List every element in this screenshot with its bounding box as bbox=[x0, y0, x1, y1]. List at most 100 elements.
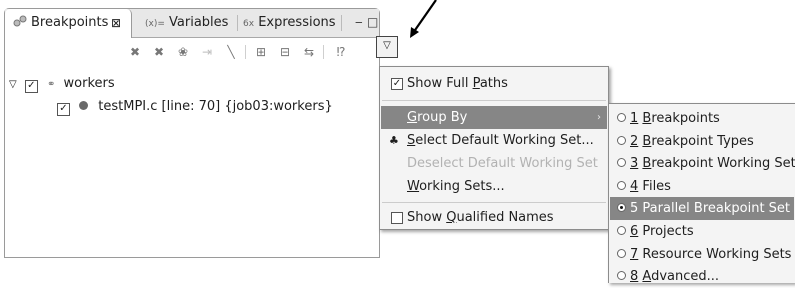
mnemonic: B bbox=[642, 133, 652, 149]
mnemonic-number: 4 bbox=[630, 178, 639, 194]
mnemonic: Q bbox=[446, 210, 457, 225]
submenu-item-text: reakpoint Working Set bbox=[651, 156, 795, 172]
menu-label: Show Full bbox=[407, 76, 473, 91]
tab-expressions[interactable]: 6x Expressions bbox=[243, 9, 343, 37]
mnemonic: G bbox=[407, 110, 418, 125]
menu-item-show-full-paths[interactable]: ✓ Show Full Paths bbox=[381, 72, 607, 95]
toolbar-separator bbox=[245, 45, 246, 59]
tree-child-label: testMPI.c [line: 70] {job03:workers} bbox=[98, 99, 333, 114]
expand-all-icon[interactable]: ⊞ bbox=[253, 44, 269, 60]
working-set-icon: ♣ bbox=[389, 134, 399, 147]
submenu-item-label: 4 Files bbox=[630, 175, 671, 198]
submenu-item-text: dvanced... bbox=[651, 269, 720, 285]
close-icon[interactable]: ⊠ bbox=[111, 9, 121, 37]
view-toolbar: ✖ ✖ ❀ ⇥ ╲ ⊞ ⊟ ⇆ ⁉ bbox=[5, 38, 379, 66]
menu-label: Deselect Default Working Set bbox=[407, 156, 598, 171]
show-supported-breakpoints-icon[interactable]: ❀ bbox=[175, 44, 191, 60]
menu-item-deselect-default-working-set: Deselect Default Working Set bbox=[381, 152, 607, 175]
submenu-item[interactable]: 3 Breakpoint Working Set bbox=[610, 152, 795, 175]
menu-label: aths bbox=[479, 76, 508, 91]
toolbar-separator bbox=[323, 45, 324, 59]
mnemonic-number: 1 bbox=[630, 111, 639, 126]
remove-breakpoint-icon[interactable]: ✖ bbox=[127, 44, 143, 60]
tab-breakpoints-label: Breakpoints bbox=[31, 15, 109, 30]
mnemonic-number: 7 bbox=[630, 246, 639, 262]
submenu-item[interactable]: 2 Breakpoint Types bbox=[610, 130, 794, 153]
group-by-submenu: 1 Breakpoints 2 Breakpoint Types 3 Breakpo… bbox=[608, 103, 795, 284]
skip-all-breakpoints-icon[interactable]: ╲ bbox=[223, 44, 239, 60]
checkbox-checked-icon[interactable]: ✓ bbox=[57, 103, 70, 116]
submenu-item[interactable]: 1 Breakpoints bbox=[610, 107, 794, 130]
tree-row-testmpi[interactable]: ✓ testMPI.c [line: 70] {job03:workers} bbox=[57, 97, 333, 117]
breakpoint-icon bbox=[79, 101, 89, 110]
submenu-item[interactable]: 4 Files bbox=[610, 175, 794, 198]
view-menu-icon: ▽ bbox=[383, 40, 391, 51]
mnemonic: A bbox=[642, 269, 652, 285]
breakpoints-view: Breakpoints ⊠ (x)= Variables 6x Expressi… bbox=[4, 8, 380, 258]
radio-icon bbox=[617, 180, 626, 190]
submenu-item-text: Projects bbox=[642, 224, 694, 239]
submenu-item-label: 3 Breakpoint Working Set bbox=[630, 152, 795, 175]
submenu-item-label: 1 Breakpoints bbox=[630, 107, 720, 130]
view-menu: ✓ Show Full Paths Group By › ♣ Select De… bbox=[379, 66, 609, 230]
tab-expressions-label: Expressions bbox=[258, 15, 336, 30]
collapse-triangle-icon[interactable]: ▽ bbox=[9, 79, 17, 90]
radio-icon bbox=[617, 113, 626, 122]
remove-all-breakpoints-icon[interactable]: ✖ bbox=[151, 44, 167, 60]
mnemonic-number: 3 bbox=[630, 156, 639, 172]
mnemonic: B bbox=[642, 156, 652, 172]
menu-label: Show bbox=[407, 210, 447, 225]
tab-variables-label: Variables bbox=[169, 15, 229, 30]
submenu-item-text: Files bbox=[642, 178, 671, 194]
submenu-item-label: 7 Resource Working Sets bbox=[630, 243, 791, 266]
pointer-arrow-icon bbox=[410, 0, 437, 38]
mnemonic-number: 5 bbox=[630, 201, 639, 217]
radio-icon bbox=[617, 135, 626, 145]
menu-label: ualified Names bbox=[456, 210, 554, 225]
tab-divider bbox=[341, 15, 342, 31]
collapse-all-icon[interactable]: ⊟ bbox=[277, 44, 293, 60]
breakpoints-icon bbox=[13, 9, 27, 37]
submenu-item-text: reakpoint Types bbox=[651, 133, 754, 149]
tree-row-workers[interactable]: ▽ ✓ ⚭ workers bbox=[9, 74, 115, 94]
submenu-item-text: reakpoints bbox=[651, 111, 720, 126]
checkbox-checked-icon: ✓ bbox=[391, 78, 403, 90]
submenu-item-label: 8 Advanced... bbox=[630, 265, 719, 288]
submenu-item-label: 2 Breakpoint Types bbox=[630, 130, 754, 153]
go-to-file-icon[interactable]: ⇥ bbox=[199, 44, 215, 60]
menu-item-show-qualified-names[interactable]: Show Qualified Names bbox=[381, 206, 607, 229]
submenu-item[interactable]: 5 Parallel Breakpoint Set bbox=[610, 197, 794, 221]
submenu-item[interactable]: 6 Projects bbox=[610, 220, 794, 243]
minimize-icon[interactable]: ‒ bbox=[355, 15, 363, 29]
submenu-item-text: Parallel Breakpoint Set bbox=[642, 201, 791, 217]
tab-breakpoints[interactable]: Breakpoints ⊠ bbox=[5, 9, 132, 38]
mnemonic: B bbox=[642, 111, 652, 126]
menu-item-working-sets[interactable]: Working Sets... bbox=[381, 175, 607, 198]
mnemonic: P bbox=[472, 76, 480, 91]
mnemonic: W bbox=[407, 179, 420, 194]
radio-icon bbox=[617, 226, 626, 235]
view-menu-button[interactable]: ▽ bbox=[376, 36, 398, 58]
submenu-item-label: 5 Parallel Breakpoint Set bbox=[630, 197, 790, 220]
add-breakpoint-icon[interactable]: ⁉ bbox=[333, 44, 349, 60]
menu-separator bbox=[382, 202, 606, 203]
radio-icon bbox=[617, 271, 626, 281]
menu-label: elect Default Working Set... bbox=[415, 133, 594, 148]
submenu-item-label: 6 Projects bbox=[630, 220, 694, 243]
view-tab-bar: Breakpoints ⊠ (x)= Variables 6x Expressi… bbox=[5, 9, 379, 38]
radio-selected-icon bbox=[617, 203, 626, 213]
expressions-icon: 6x bbox=[243, 19, 255, 29]
menu-separator bbox=[382, 100, 606, 101]
submenu-item[interactable]: 8 Advanced... bbox=[610, 265, 794, 288]
submenu-item[interactable]: 7 Resource Working Sets bbox=[610, 243, 794, 266]
checkbox-unchecked-icon bbox=[391, 212, 403, 224]
menu-item-select-default-working-set[interactable]: ♣ Select Default Working Set... bbox=[381, 129, 607, 152]
variables-icon: (x)= bbox=[145, 19, 165, 29]
menu-item-group-by[interactable]: Group By › bbox=[381, 106, 607, 129]
menu-label: roup By bbox=[417, 110, 468, 125]
radio-icon bbox=[617, 158, 626, 168]
maximize-icon[interactable]: □ bbox=[367, 15, 378, 29]
checkbox-checked-icon[interactable]: ✓ bbox=[24, 80, 38, 93]
tab-variables[interactable]: (x)= Variables bbox=[145, 9, 235, 37]
link-with-debug-view-icon[interactable]: ⇆ bbox=[301, 44, 317, 60]
